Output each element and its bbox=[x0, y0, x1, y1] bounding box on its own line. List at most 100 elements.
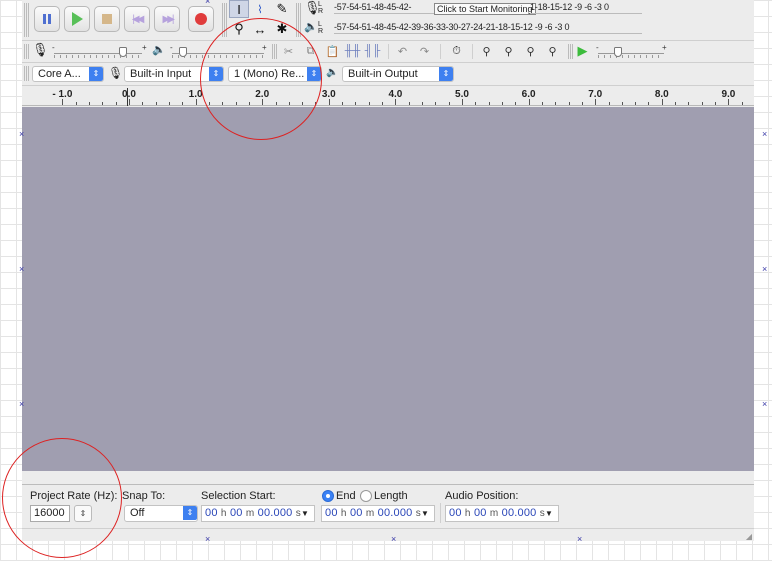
hours-value: 00 bbox=[325, 507, 338, 519]
double-arrow-icon: ↔ bbox=[253, 21, 267, 37]
multi-tool[interactable]: ✱ bbox=[272, 20, 292, 38]
meters-grip[interactable] bbox=[296, 3, 301, 37]
redo-button[interactable]: ↷ bbox=[416, 43, 433, 59]
playback-meter-speaker-icon[interactable]: 🔈 bbox=[304, 20, 318, 33]
zoom-out-button[interactable]: ⚲ bbox=[500, 43, 517, 59]
input-volume-mic-icon: 🎙 bbox=[32, 42, 49, 57]
output-device-select[interactable]: Built-in Output ⇕ bbox=[342, 66, 454, 82]
play-speed-slider[interactable] bbox=[598, 53, 664, 54]
tools-grip[interactable] bbox=[222, 3, 227, 37]
ruler-tick bbox=[275, 102, 277, 105]
trim-button[interactable]: ╫╫ bbox=[344, 43, 361, 59]
zoom-in-button[interactable]: ⚲ bbox=[478, 43, 495, 59]
track-panel-empty[interactable] bbox=[22, 107, 754, 471]
input-volume-thumb[interactable] bbox=[118, 47, 127, 57]
timeline-ruler[interactable]: - 1.0 0.0 1.0 2.0 3.0 4.0 5.0 6.0 7.0 8.0 9.0 bbox=[22, 85, 754, 106]
scissors-icon: ✂ bbox=[283, 45, 294, 58]
snap-to-value: Off bbox=[130, 507, 145, 519]
audio-host-value: Core A... bbox=[38, 68, 81, 80]
length-radio[interactable] bbox=[360, 490, 372, 502]
audio-position-time[interactable]: 00 h 00 m 00.000 s▼ bbox=[445, 505, 559, 522]
snap-to-select[interactable]: Off ⇕ bbox=[124, 505, 198, 522]
stop-button[interactable] bbox=[94, 6, 120, 32]
pause-button[interactable] bbox=[34, 6, 60, 32]
ruler-tick bbox=[475, 102, 477, 105]
skip-to-start-icon: |◀◀ bbox=[132, 13, 144, 25]
stop-icon bbox=[102, 14, 112, 24]
skip-to-start-button[interactable]: |◀◀ bbox=[124, 6, 150, 32]
selection-start-time[interactable]: 00 h 00 m 00.000 s▼ bbox=[201, 505, 315, 522]
resize-grip-icon[interactable]: ◢ bbox=[746, 532, 752, 541]
ruler-tick bbox=[635, 102, 637, 105]
end-radio[interactable] bbox=[322, 490, 334, 502]
audacity-window: |◀◀ ▶▶| I ⌇ ✎ ⚲ ↔ ✱ 🎙 L R -57-54-51-48-4… bbox=[22, 0, 754, 541]
ruler-tick bbox=[435, 102, 437, 105]
project-rate-stepper[interactable]: ⇕ bbox=[74, 505, 92, 522]
record-button[interactable] bbox=[188, 6, 214, 32]
draw-tool[interactable]: ✎ bbox=[272, 0, 292, 18]
ruler-tick bbox=[195, 99, 197, 105]
playback-meter-scale[interactable]: -57-54-51-48-45-42-39-36-33-30-27-24-21-… bbox=[334, 21, 642, 34]
selection-tool[interactable]: I bbox=[229, 0, 249, 18]
record-meter-scale-right[interactable]: 1-18-15-12 -9 -6 -3 0 bbox=[530, 1, 642, 14]
edit-grip[interactable] bbox=[272, 44, 277, 59]
asterisk-icon: ✱ bbox=[276, 21, 288, 36]
handle-marker-icon: × bbox=[762, 399, 768, 409]
time-shift-tool[interactable]: ↔ bbox=[250, 20, 270, 38]
trim-audio-icon: ╫╫ bbox=[344, 45, 361, 57]
play-button[interactable] bbox=[64, 6, 90, 32]
audio-position-label: Audio Position: bbox=[445, 490, 519, 502]
output-volume-thumb[interactable] bbox=[179, 47, 188, 57]
copy-button[interactable]: ⧉ bbox=[302, 43, 319, 59]
ruler-tick bbox=[541, 102, 543, 105]
skip-to-end-button[interactable]: ▶▶| bbox=[154, 6, 180, 32]
hours-value: 00 bbox=[449, 507, 462, 519]
minutes-unit: m bbox=[245, 508, 255, 519]
ruler-tick bbox=[462, 99, 463, 105]
undo-button[interactable]: ↶ bbox=[394, 43, 411, 59]
audio-host-select[interactable]: Core A... ⇕ bbox=[32, 66, 104, 82]
ruler-tick bbox=[675, 102, 677, 105]
monitor-tooltip[interactable]: Click to Start Monitoring bbox=[434, 3, 536, 15]
record-meter-scale-left[interactable]: -57-54-51-48-45-42- bbox=[334, 1, 434, 14]
separator bbox=[388, 44, 389, 59]
handle-marker-icon: × bbox=[19, 129, 25, 139]
hours-value: 00 bbox=[205, 507, 218, 519]
input-slider-min: - bbox=[52, 43, 55, 52]
selection-toolbar: Project Rate (Hz): 16000 ⇕ Snap To: Off … bbox=[22, 484, 754, 528]
toolbar-grip[interactable] bbox=[24, 3, 29, 37]
silence-button[interactable]: ╢╟ bbox=[364, 43, 381, 59]
envelope-tool[interactable]: ⌇ bbox=[250, 0, 270, 18]
fit-project-button[interactable]: ⚲ bbox=[544, 43, 561, 59]
pause-icon bbox=[43, 14, 51, 24]
device-grip[interactable] bbox=[24, 66, 29, 81]
seconds-value: 00.000 bbox=[257, 507, 293, 519]
mixer-grip[interactable] bbox=[24, 44, 29, 59]
chevron-updown-icon: ⇕ bbox=[209, 67, 223, 81]
input-device-select[interactable]: Built-in Input ⇕ bbox=[124, 66, 224, 82]
input-channels-value: 1 (Mono) Re... bbox=[234, 68, 305, 80]
selection-end-time[interactable]: 00 h 00 m 00.000 s▼ bbox=[321, 505, 435, 522]
input-channels-select[interactable]: 1 (Mono) Re... ⇕ bbox=[228, 66, 322, 82]
project-rate-input[interactable]: 16000 bbox=[30, 505, 70, 522]
play-green-icon: ▶ bbox=[577, 43, 588, 58]
ruler-tick bbox=[382, 102, 384, 105]
input-volume-slider[interactable] bbox=[54, 53, 142, 54]
sync-lock-button[interactable]: ⏱ bbox=[448, 43, 465, 59]
paste-button[interactable]: 📋 bbox=[324, 43, 341, 59]
input-device-mic-icon: 🎙 bbox=[108, 66, 124, 80]
ruler-tick bbox=[142, 102, 144, 105]
ruler-tick bbox=[262, 99, 264, 105]
play-speed-thumb[interactable] bbox=[613, 47, 622, 57]
fit-selection-button[interactable]: ⚲ bbox=[522, 43, 539, 59]
ruler-tick bbox=[182, 102, 184, 105]
separator bbox=[440, 44, 441, 59]
status-bar: ◢ bbox=[22, 528, 754, 541]
device-toolbar: Core A... ⇕ 🎙 Built-in Input ⇕ 1 (Mono) … bbox=[22, 62, 754, 84]
play-at-speed-grip[interactable] bbox=[568, 44, 573, 59]
minutes-value: 00 bbox=[349, 507, 363, 519]
cut-button[interactable]: ✂ bbox=[280, 43, 297, 59]
ruler-tick bbox=[129, 99, 130, 105]
play-at-speed-button[interactable]: ▶ bbox=[574, 43, 591, 59]
zoom-tool[interactable]: ⚲ bbox=[229, 20, 249, 38]
